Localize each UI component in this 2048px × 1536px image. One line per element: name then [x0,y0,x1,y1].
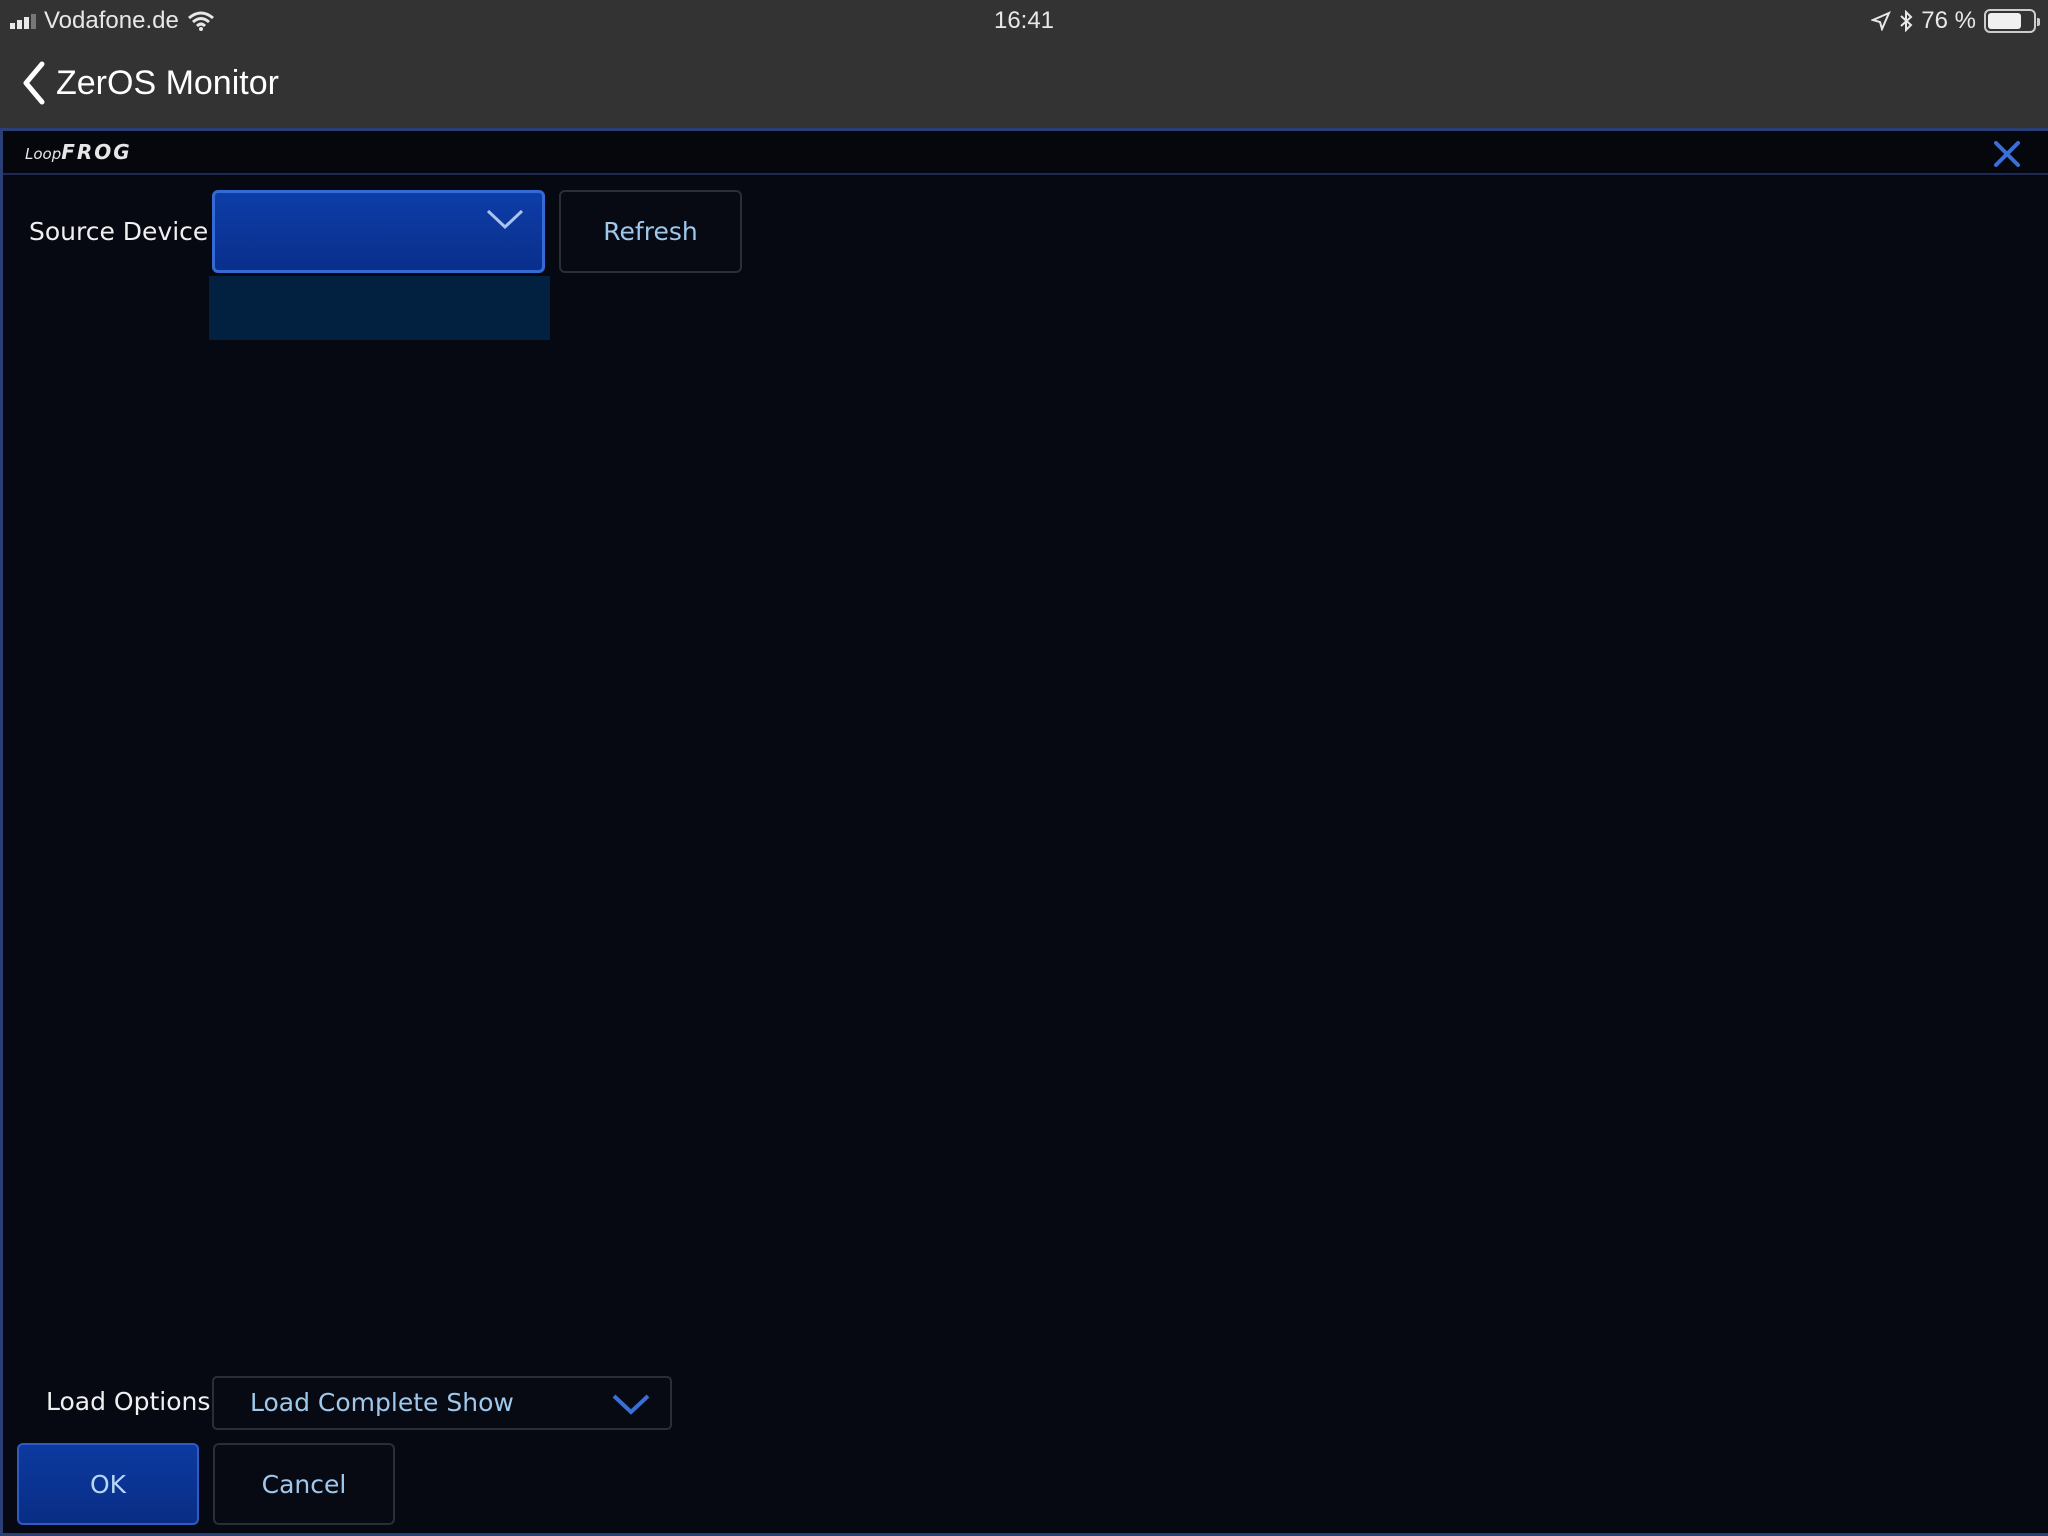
cancel-button[interactable]: Cancel [213,1443,395,1525]
logo-small-text: Loop [25,145,62,163]
load-options-dropdown[interactable]: Load Complete Show [212,1376,672,1430]
source-device-label: Source Device [29,217,209,246]
status-bar: Vodafone.de 16:41 76 % [0,0,2048,42]
battery-icon [1984,9,2040,33]
location-icon [1871,11,1892,31]
ok-button[interactable]: OK [17,1443,199,1525]
close-icon[interactable] [1990,137,2024,171]
source-device-dropdown[interactable] [212,190,545,273]
refresh-button[interactable]: Refresh [559,190,742,273]
back-label: ZerOS Monitor [56,63,279,102]
chevron-down-icon [612,1394,650,1415]
load-options-label: Load Options [46,1387,211,1416]
chevron-left-icon [23,61,45,105]
clock: 16:41 [993,7,1055,34]
back-button[interactable]: ZerOS Monitor [20,60,279,106]
zeros-monitor-window: LoopFROG Source Device Refresh Load Opti… [0,128,2048,1536]
chevron-down-icon [486,209,524,230]
window-title-strip: LoopFROG [3,131,2048,175]
status-bar-right: 76 % [1871,7,2040,35]
bluetooth-icon [1900,10,1913,32]
load-options-value: Load Complete Show [250,1388,514,1417]
battery-percent: 76 % [1921,7,1976,34]
battery-fill [1988,13,2022,29]
nav-bar: ZerOS Monitor [0,42,2048,128]
loopfrog-logo: LoopFROG [25,140,132,164]
source-device-list[interactable] [209,276,550,340]
logo-big-text: FROG [61,140,132,164]
